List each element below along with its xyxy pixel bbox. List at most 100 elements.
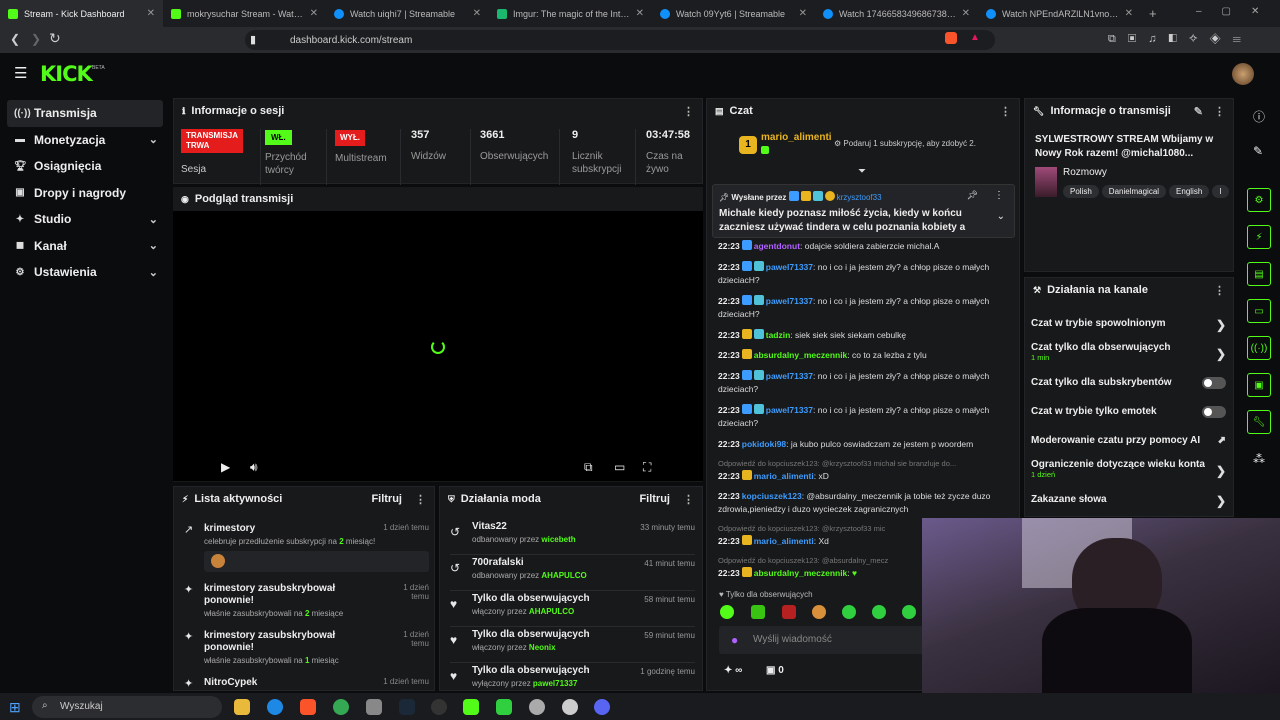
brave-icon[interactable]: [300, 699, 316, 715]
window-controls[interactable]: –▢✕: [1196, 6, 1279, 17]
action-followers-only[interactable]: Czat tylko dla obserwujących 1 min ❯: [1031, 342, 1226, 362]
more-menu-icon[interactable]: ⋮: [683, 105, 694, 118]
emote-icon[interactable]: [720, 605, 734, 619]
chat-message[interactable]: 22:23 agentdonut: odajcie soldiera zabier…: [718, 240, 1010, 253]
rail-button-broadcast[interactable]: ((·)): [1247, 336, 1271, 360]
obs-icon[interactable]: [431, 699, 447, 715]
chat-message[interactable]: 22:23 pawel71337: no i co i ja jestem zły…: [718, 404, 1010, 430]
action-banned-words[interactable]: Zakazane słowa ❯: [1031, 494, 1226, 508]
app-icon[interactable]: [562, 699, 578, 715]
more-menu-icon[interactable]: ⋮: [415, 493, 426, 506]
play-icon[interactable]: ▶: [221, 460, 230, 474]
more-menu-icon[interactable]: ⋮: [1000, 105, 1011, 118]
action-subs-only[interactable]: Czat tylko dla subskrybentów: [1031, 377, 1226, 389]
chrome-icon[interactable]: [333, 699, 349, 715]
close-tab-icon[interactable]: ✕: [636, 8, 644, 19]
rail-button-raid[interactable]: ⚡︎: [1247, 225, 1271, 249]
chat-input[interactable]: ● Wyślij wiadomość: [719, 626, 929, 654]
file-explorer-icon[interactable]: [234, 699, 250, 715]
more-menu-icon[interactable]: ⋮: [994, 190, 1004, 201]
app-icon[interactable]: [529, 699, 545, 715]
app-icon[interactable]: [496, 699, 512, 715]
pinned-message[interactable]: 📌︎ Wysłane przez krzysztoof33 Michale ki…: [712, 184, 1015, 238]
hamburger-menu-icon[interactable]: ☰: [14, 64, 27, 82]
close-tab-icon[interactable]: ✕: [799, 8, 807, 19]
gift-prompt[interactable]: ⚙ Podaruj 1 subskrypcję, aby zdobyć 2.: [834, 139, 976, 148]
theater-mode-icon[interactable]: ▭: [614, 460, 625, 474]
activity-item[interactable]: ✦ NitroCypek 1 dzień temu: [184, 677, 429, 690]
more-menu-icon[interactable]: ⋮: [1214, 284, 1225, 297]
sidebar-item-transmisja[interactable]: ((·)) Transmisja: [7, 100, 163, 127]
chat-message[interactable]: 22:23 tadzin: siek siek siek siekam cebul…: [718, 329, 1010, 342]
brave-rewards-icon[interactable]: ▲: [970, 32, 980, 43]
activity-item[interactable]: ✦ krimestory zasubskrybował ponownie! wł…: [184, 630, 429, 665]
brave-shield-icon[interactable]: [945, 32, 957, 44]
browser-tab[interactable]: Watch 09Yyt6 | Streamable ✕: [652, 0, 815, 27]
rail-button-tools[interactable]: 🔧︎: [1247, 410, 1271, 434]
toggle-switch[interactable]: [1202, 406, 1226, 418]
mod-action-item[interactable]: ↺ Vitas22 odbanowany przez wicebeth 33 minu…: [450, 521, 695, 555]
emote-icon[interactable]: [782, 605, 796, 619]
chat-message[interactable]: 22:23 pokidoki98: ja kubo pulco oswiadcza…: [718, 438, 1010, 451]
more-menu-icon[interactable]: ⋮: [683, 493, 694, 506]
mod-action-item[interactable]: ♥ Tylko dla obserwujących włączony przez N…: [450, 629, 695, 663]
filter-button[interactable]: Filtruj: [371, 493, 402, 505]
close-tab-icon[interactable]: ✕: [147, 8, 155, 19]
rail-button-chat[interactable]: ▭: [1247, 299, 1271, 323]
chat-message[interactable]: 22:23 pawel71337: no i co i ja jestem zły…: [718, 261, 1010, 287]
chat-gifts[interactable]: ▣ 0: [766, 665, 784, 676]
user-avatar[interactable]: [1232, 63, 1254, 85]
close-tab-icon[interactable]: ✕: [1125, 8, 1133, 19]
back-icon[interactable]: ❮: [10, 32, 20, 46]
chat-message[interactable]: 22:23 pawel71337: no i co i ja jestem zły…: [718, 370, 1010, 396]
chat-points[interactable]: ✦ ∞: [724, 665, 742, 676]
close-tab-icon[interactable]: ✕: [473, 8, 481, 19]
edge-icon[interactable]: [267, 699, 283, 715]
tag[interactable]: Polish: [1063, 185, 1099, 198]
fullscreen-icon[interactable]: ⛶: [643, 460, 651, 475]
emote-icon[interactable]: [872, 605, 886, 619]
mod-action-item[interactable]: ♥ Tylko dla obserwujących wyłączony przez …: [450, 665, 695, 690]
chat-message[interactable]: 22:23 mario_alimenti: Xd: [718, 535, 922, 548]
edit-icon[interactable]: ✎: [1194, 105, 1203, 118]
browser-tab[interactable]: Watch 1746658349686738564 | Stre ✕: [815, 0, 978, 27]
close-tab-icon[interactable]: ✕: [962, 8, 970, 19]
emote-icon[interactable]: [902, 605, 916, 619]
picture-in-picture-icon[interactable]: ⧉: [584, 460, 593, 475]
windows-start-icon[interactable]: ⊞: [9, 699, 21, 716]
url-field[interactable]: dashboard.kick.com/stream: [245, 30, 995, 50]
apps-icon[interactable]: ⁂: [1253, 452, 1265, 466]
stream-category[interactable]: Rozmowy: [1063, 167, 1107, 178]
filter-button[interactable]: Filtruj: [639, 493, 670, 505]
emote-icon[interactable]: [812, 605, 826, 619]
browser-tab[interactable]: Imgur: The magic of the Internet ✕: [489, 0, 652, 27]
browser-tab[interactable]: Watch NPEndARZlLN1vnoq | Stream ✕: [978, 0, 1141, 27]
action-emote-only[interactable]: Czat w trybie tylko emotek: [1031, 406, 1226, 418]
rail-button-settings[interactable]: ⚙: [1247, 188, 1271, 212]
action-ai-moderation[interactable]: Moderowanie czatu przy pomocy AI ⬈: [1031, 435, 1226, 446]
activity-item[interactable]: ↗ krimestory celebruje przedłużenie subs…: [184, 523, 429, 572]
new-tab-icon[interactable]: +: [1141, 0, 1171, 27]
tag[interactable]: I: [1212, 185, 1229, 198]
tag[interactable]: English: [1169, 185, 1210, 198]
collapse-icon[interactable]: ⏷: [858, 166, 866, 177]
browser-tab[interactable]: Watch uiqhi7 | Streamable ✕: [326, 0, 489, 27]
browser-tab[interactable]: mokrysuchar Stream - Watch Live on ✕: [163, 0, 326, 27]
more-menu-icon[interactable]: ⋮: [1214, 105, 1225, 118]
category-thumbnail[interactable]: [1035, 167, 1057, 197]
mod-action-item[interactable]: ♥ Tylko dla obserwujących włączony przez A…: [450, 593, 695, 627]
help-icon[interactable]: ⓘ: [1253, 108, 1265, 125]
chat-message[interactable]: 22:23 pawel71337: no i co i ja jestem zły…: [718, 295, 1010, 321]
browser-extensions[interactable]: ⧉▣♫◧✧◈☰: [1108, 33, 1253, 46]
rail-button-media[interactable]: ▣: [1247, 373, 1271, 397]
forward-icon[interactable]: ❯: [31, 32, 41, 46]
volume-icon[interactable]: 🔊︎: [250, 460, 258, 475]
close-tab-icon[interactable]: ✕: [310, 8, 318, 19]
emote-icon[interactable]: [751, 605, 765, 619]
emote-icon[interactable]: [842, 605, 856, 619]
tag[interactable]: Danielmagical: [1101, 185, 1167, 198]
discord-icon[interactable]: [594, 699, 610, 715]
chat-message[interactable]: 22:23 absurdalny_meczennik: co to za lezb…: [718, 349, 1010, 362]
top-gifter-name[interactable]: mario_alimenti: [761, 132, 832, 143]
sidebar-item-osiagniecia[interactable]: 🏆︎ Osiągnięcia: [0, 153, 170, 180]
